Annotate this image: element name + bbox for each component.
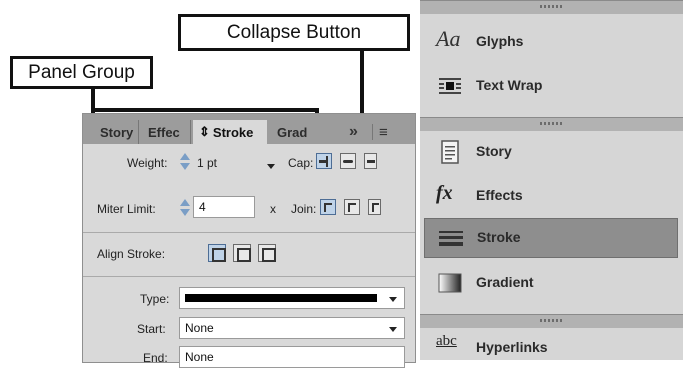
start-select[interactable]: None — [179, 317, 405, 339]
story-icon — [441, 140, 459, 164]
weight-value[interactable]: 1 pt — [197, 156, 217, 170]
tab-stroke[interactable]: ⇕ Stroke — [193, 120, 267, 144]
align-inside-button[interactable] — [233, 244, 251, 262]
miter-join-button[interactable] — [320, 199, 336, 215]
dock-item-story[interactable]: Story — [420, 132, 683, 172]
text-wrap-icon — [439, 78, 461, 94]
tab-gradient[interactable]: Grad — [275, 120, 315, 144]
tab-reorder-icon: ⇕ — [199, 124, 210, 139]
align-stroke-label: Align Stroke: — [97, 247, 166, 261]
divider-1 — [83, 232, 415, 233]
miter-limit-input[interactable]: 4 — [193, 196, 255, 218]
panel-menu-icon[interactable]: ≡ — [379, 120, 401, 144]
panel-group-bracket-top — [91, 108, 319, 112]
start-value: None — [185, 321, 214, 335]
start-dropdown-arrow[interactable] — [389, 327, 397, 332]
divider-2 — [83, 276, 415, 277]
panel-dock: Aa Glyphs Text Wrap Story fx Effects Str… — [420, 0, 683, 360]
join-label: Join: — [291, 202, 317, 216]
dock-group-grip[interactable] — [420, 314, 683, 328]
bevel-join-button[interactable] — [368, 199, 381, 215]
hyperlinks-icon: abc — [436, 333, 457, 349]
panel-group-callout-text: Panel Group — [28, 61, 135, 83]
miter-limit-label: Miter Limit: — [97, 202, 156, 216]
type-label: Type: — [140, 292, 170, 306]
glyphs-icon: Aa — [436, 26, 461, 51]
end-select[interactable]: None — [179, 346, 405, 368]
collapse-button-leader-line — [360, 51, 364, 113]
dock-item-hyperlinks[interactable]: abc Hyperlinks — [420, 328, 683, 368]
dock-group-grip[interactable] — [420, 117, 683, 131]
dock-item-glyphs[interactable]: Aa Glyphs — [420, 22, 683, 62]
stroke-type-select[interactable] — [179, 287, 405, 309]
cap-label: Cap: — [288, 156, 314, 170]
dock-item-gradient[interactable]: Gradient — [420, 263, 683, 303]
align-center-button[interactable] — [208, 244, 226, 262]
collapse-button-callout-text: Collapse Button — [226, 21, 362, 43]
type-dropdown-arrow[interactable] — [389, 297, 397, 302]
weight-dropdown-arrow[interactable] — [267, 164, 275, 169]
butt-cap-button[interactable] — [316, 153, 332, 169]
round-cap-button[interactable] — [340, 153, 356, 169]
panel-tab-bar: Story Effec ⇕ Stroke Grad » ≡ — [83, 114, 415, 144]
end-label: End: — [143, 351, 168, 365]
tabbar-divider — [372, 124, 373, 140]
miter-limit-stepper[interactable] — [179, 198, 191, 220]
dock-item-effects[interactable]: fx Effects — [420, 176, 683, 216]
collapse-button-callout: Collapse Button — [178, 14, 410, 51]
weight-stepper[interactable] — [179, 152, 191, 174]
gradient-icon — [438, 273, 462, 293]
dock-item-stroke[interactable]: Stroke — [424, 218, 678, 258]
effects-icon: fx — [436, 182, 453, 204]
round-join-button[interactable] — [344, 199, 360, 215]
align-outside-button[interactable] — [258, 244, 276, 262]
projecting-cap-button[interactable] — [364, 153, 377, 169]
end-value: None — [185, 350, 214, 364]
collapse-icon[interactable]: » — [349, 120, 369, 144]
start-label: Start: — [137, 322, 166, 336]
tab-story[interactable]: Story — [98, 120, 139, 144]
dock-item-text-wrap[interactable]: Text Wrap — [420, 66, 683, 106]
panel-group-callout: Panel Group — [10, 56, 153, 89]
stroke-icon — [439, 231, 463, 246]
dock-group-grip[interactable] — [420, 0, 683, 14]
miter-limit-suffix: x — [270, 202, 276, 216]
stroke-type-preview — [185, 294, 377, 302]
stroke-panel-group: Story Effec ⇕ Stroke Grad » ≡ Weight: 1 … — [82, 113, 416, 368]
weight-label: Weight: — [127, 156, 168, 170]
tab-effects[interactable]: Effec — [145, 120, 191, 144]
